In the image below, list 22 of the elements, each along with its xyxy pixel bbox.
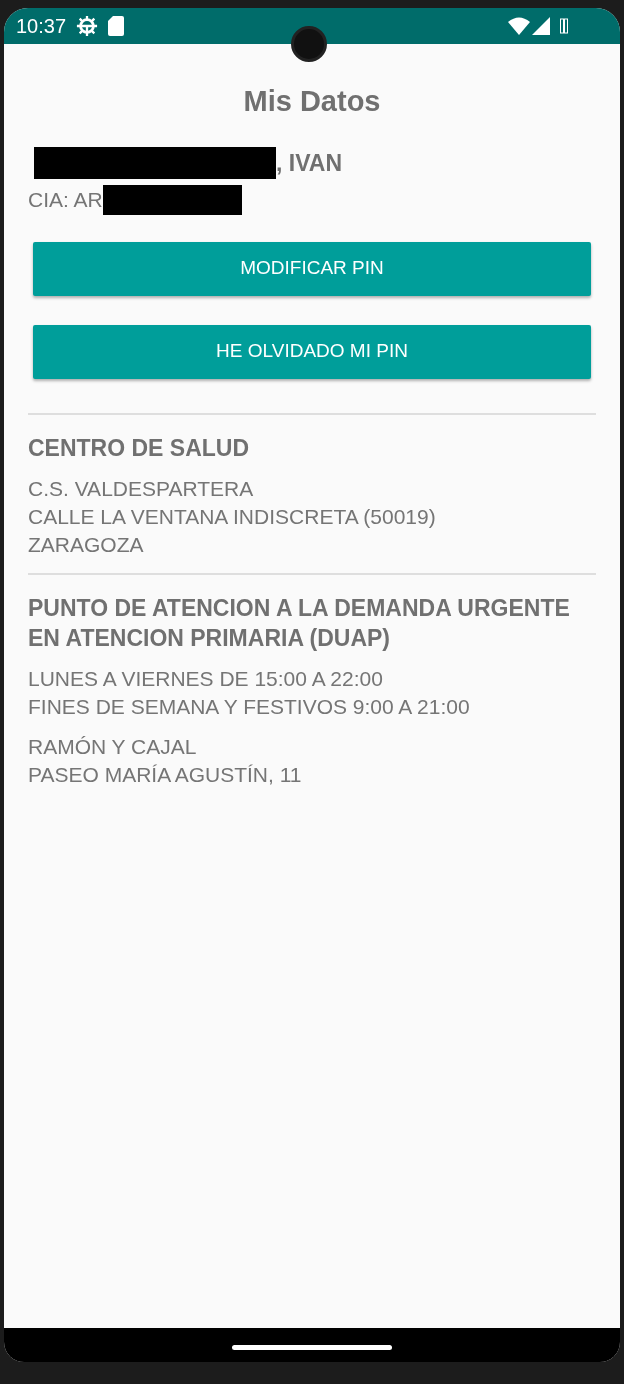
section-heading: CENTRO DE SALUD xyxy=(28,433,251,463)
signal-icon xyxy=(532,17,550,35)
info-line: ZARAGOZA xyxy=(28,531,145,558)
info-line: FINES DE SEMANA Y FESTIVOS 9:00 A 21:00 xyxy=(28,693,471,720)
info-line: LUNES A VIERNES DE 15:00 A 22:00 xyxy=(28,665,384,692)
wifi-icon xyxy=(508,17,530,35)
gear-icon xyxy=(76,15,99,37)
cia-label: CIA: AR xyxy=(28,187,103,213)
info-line: RAMÓN Y CAJAL xyxy=(28,733,198,760)
battery-icon xyxy=(560,18,568,34)
section-heading: PUNTO DE ATENCION A LA DEMANDA URGENTE EN ATENCION PRIMARIA (DUAP) xyxy=(28,593,571,653)
action-button[interactable]: HE OLVIDADO MI PIN xyxy=(33,324,591,379)
sd-card-icon xyxy=(108,16,125,36)
info-line: PASEO MARÍA AGUSTÍN, 11 xyxy=(28,761,303,788)
status-time: 10:37 xyxy=(16,14,67,39)
info-line: CALLE LA VENTANA INDISCRETA (50019) xyxy=(28,503,437,530)
info-line: C.S. VALDESPARTERA xyxy=(28,475,255,502)
page-title: Mis Datos xyxy=(242,84,382,119)
action-button[interactable]: MODIFICAR PIN xyxy=(33,241,591,296)
user-name: , IVAN xyxy=(276,148,343,178)
home-handle[interactable] xyxy=(232,1344,392,1350)
camera-cutout xyxy=(291,26,327,62)
